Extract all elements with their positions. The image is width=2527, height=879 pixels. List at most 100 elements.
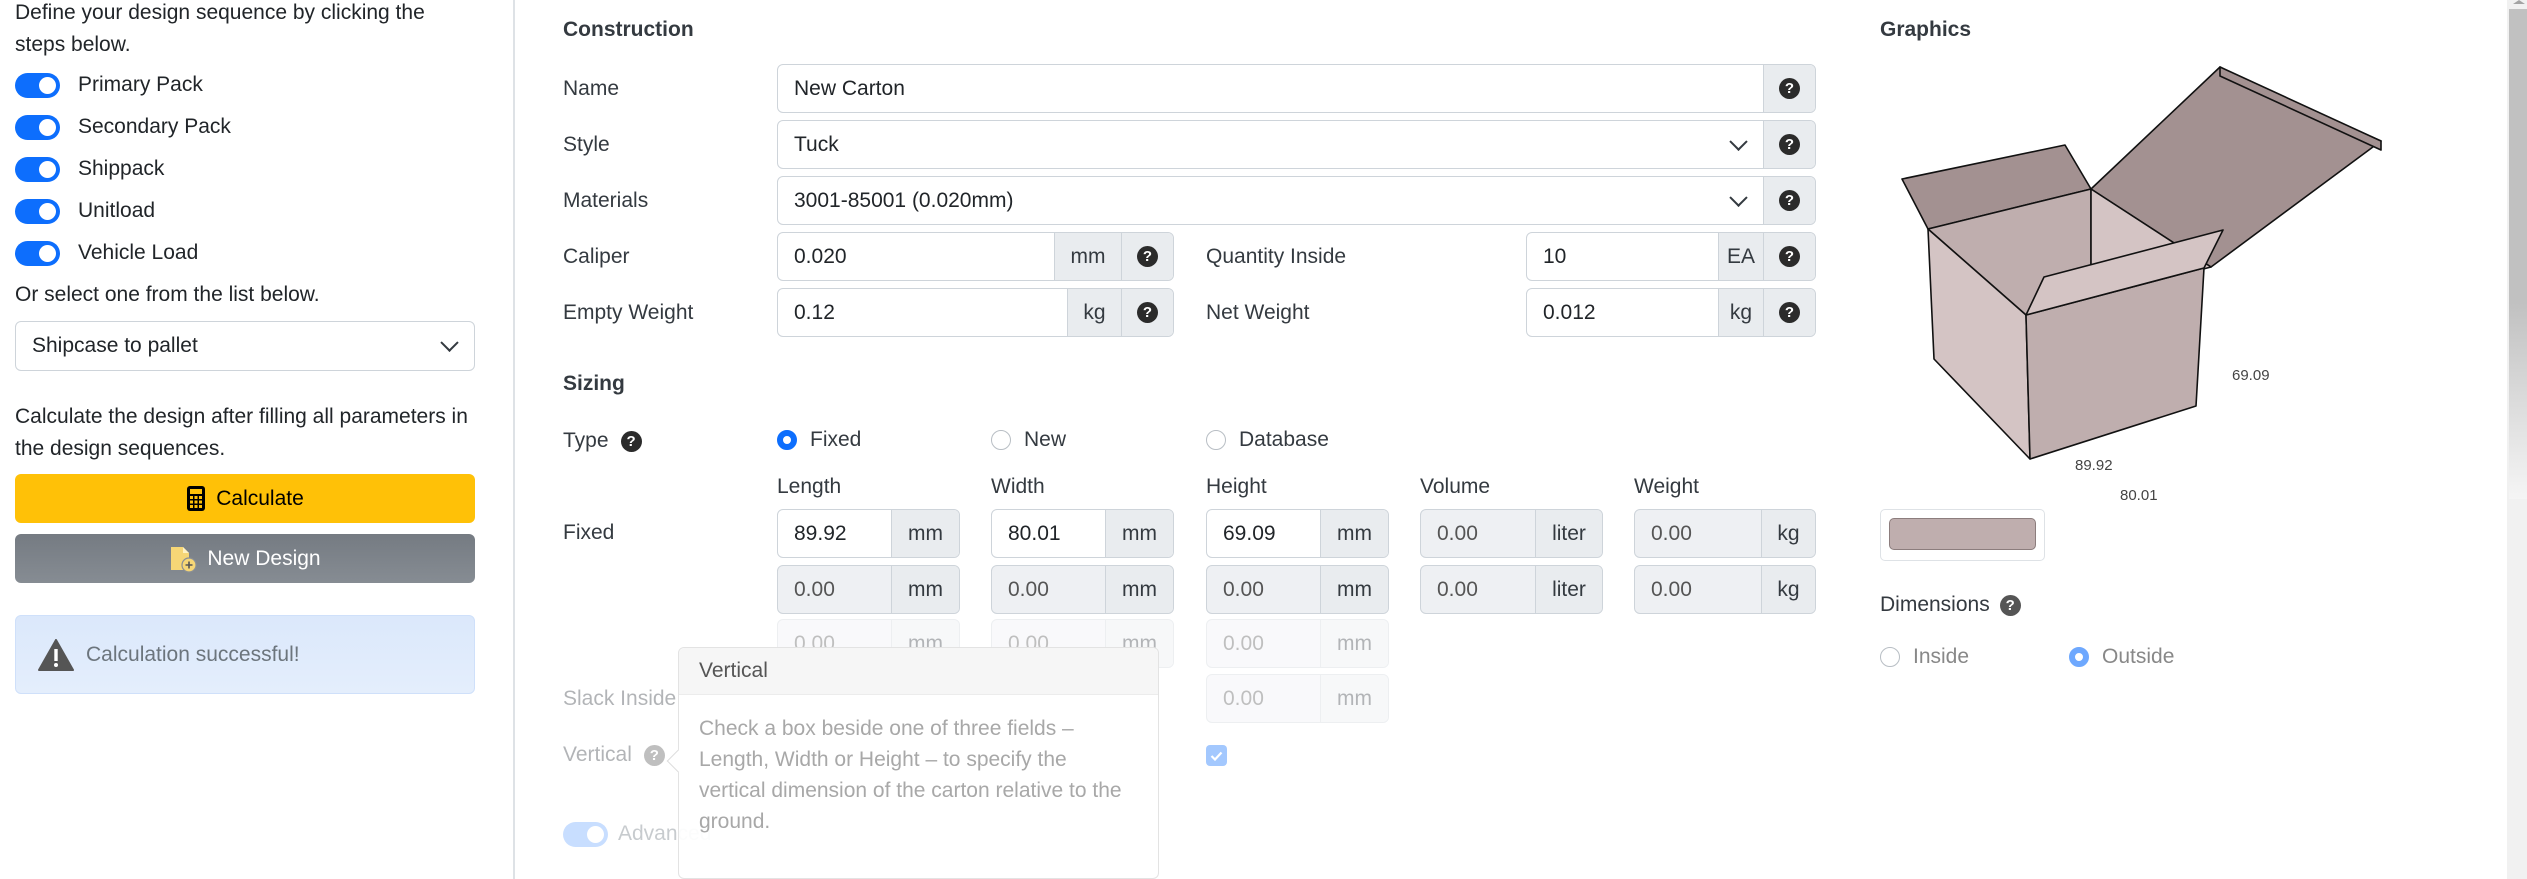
weight-output: 0.00 kg	[1634, 565, 1816, 614]
volume-unit: liter	[1535, 566, 1602, 613]
dimensions-label: Dimensions	[1880, 593, 1990, 616]
toggle-vehicle-load[interactable]: Vehicle Load	[15, 239, 198, 267]
materials-select-value[interactable]: 3001-85001 (0.020mm)	[778, 177, 1763, 224]
carton-length-label: 89.92	[2075, 457, 2113, 474]
radio-label: Database	[1239, 428, 1329, 451]
name-input[interactable]: New Carton ?	[777, 64, 1816, 113]
style-select[interactable]: Tuck ?	[777, 120, 1816, 169]
width-column-label: Width	[991, 475, 1045, 498]
height-value[interactable]: 69.09	[1207, 510, 1320, 557]
quantity-inside-help-button[interactable]: ?	[1763, 233, 1815, 280]
new-design-button-label: New Design	[207, 546, 321, 570]
materials-select[interactable]: 3001-85001 (0.020mm) ?	[777, 176, 1816, 225]
calculate-button[interactable]: Calculate	[15, 474, 475, 523]
net-weight-input-value[interactable]: 0.012	[1527, 289, 1718, 336]
length-input[interactable]: 89.92 mm	[777, 509, 960, 558]
toggle-switch[interactable]	[15, 156, 60, 182]
preset-select[interactable]: Shipcase to pallet	[15, 321, 475, 371]
caliper-input[interactable]: 0.020 mm ?	[777, 232, 1174, 281]
carton-height-label: 69.09	[2232, 367, 2270, 384]
width-output: 0.00 mm	[991, 565, 1174, 614]
radio-button[interactable]	[2069, 647, 2089, 667]
toggle-primary-pack[interactable]: Primary Pack	[15, 71, 203, 99]
height-output: 0.00 mm	[1206, 619, 1389, 668]
height-value: 0.00	[1223, 631, 1264, 655]
status-alert: Calculation successful!	[15, 615, 475, 694]
name-input-value[interactable]: New Carton	[778, 65, 1763, 112]
chevron-down-icon	[440, 333, 459, 352]
radio-button[interactable]	[777, 430, 797, 450]
height-output: 0.00 mm	[1206, 565, 1389, 614]
quantity-inside-input-value[interactable]: 10	[1527, 233, 1718, 280]
empty-weight-input-value[interactable]: 0.12	[778, 289, 1067, 336]
type-radio-new[interactable]: New	[991, 428, 1066, 452]
type-radio-fixed[interactable]: Fixed	[777, 428, 861, 452]
carton-3d-graphic: 89.92 80.01 69.09	[1901, 66, 2382, 504]
type-label: Type	[563, 429, 609, 452]
radio-label: New	[1024, 428, 1067, 451]
file-plus-icon	[169, 545, 197, 573]
toggle-switch[interactable]	[563, 821, 608, 847]
height-value: 0.00	[1223, 577, 1264, 601]
name-help-button[interactable]: ?	[1763, 65, 1815, 112]
material-legend	[1880, 509, 2045, 561]
toggle-shippack[interactable]: Shippack	[15, 155, 164, 183]
net-weight-input[interactable]: 0.012 kg ?	[1526, 288, 1816, 337]
slack-height-output: 0.00 mm	[1206, 674, 1389, 723]
new-design-button[interactable]: New Design	[15, 534, 475, 583]
toggle-switch[interactable]	[15, 240, 60, 266]
radio-button[interactable]	[991, 430, 1011, 450]
weight-unit: kg	[1761, 510, 1815, 557]
question-circle-icon[interactable]: ?	[620, 430, 642, 452]
toggle-switch[interactable]	[15, 198, 60, 224]
height-unit: mm	[1320, 566, 1388, 613]
toggle-label: Primary Pack	[78, 73, 203, 96]
quantity-inside-input[interactable]: 10 EA ?	[1526, 232, 1816, 281]
empty-weight-help-button[interactable]: ?	[1121, 289, 1173, 336]
height-column-label: Height	[1206, 475, 1267, 498]
style-select-value[interactable]: Tuck	[778, 121, 1763, 168]
toggle-switch[interactable]	[15, 72, 60, 98]
question-circle-icon[interactable]: ?	[643, 744, 665, 766]
toggle-label: Shippack	[78, 157, 165, 180]
question-circle-icon: ?	[1137, 246, 1158, 267]
type-radio-database[interactable]: Database	[1206, 428, 1329, 452]
toggle-unitload[interactable]: Unitload	[15, 197, 155, 225]
scroll-up-arrow-icon[interactable]	[2513, 0, 2525, 4]
height-input[interactable]: 69.09 mm	[1206, 509, 1389, 558]
volume-column-label: Volume	[1420, 475, 1491, 498]
checkmark-icon	[1210, 751, 1223, 761]
caliper-label: Caliper	[563, 245, 630, 268]
scrollbar-thumb[interactable]	[2509, 9, 2527, 499]
caliper-input-value[interactable]: 0.020	[778, 233, 1054, 280]
alert-text: Calculation successful!	[86, 642, 300, 666]
length-value[interactable]: 89.92	[778, 510, 891, 557]
dimensions-radio-inside[interactable]: Inside	[1880, 645, 1969, 669]
materials-help-button[interactable]: ?	[1763, 177, 1815, 224]
chevron-down-icon	[1729, 132, 1748, 151]
question-circle-icon[interactable]: ?	[1999, 594, 2021, 616]
toggle-label: Secondary Pack	[78, 115, 231, 138]
radio-button[interactable]	[1206, 430, 1226, 450]
preset-select-value: Shipcase to pallet	[32, 334, 198, 357]
vertical-height-checkbox[interactable]	[1206, 745, 1227, 766]
empty-weight-input[interactable]: 0.12 kg ?	[777, 288, 1174, 337]
empty-weight-unit: kg	[1067, 289, 1121, 336]
width-input[interactable]: 80.01 mm	[991, 509, 1174, 558]
caliper-help-button[interactable]: ?	[1121, 233, 1173, 280]
materials-label: Materials	[563, 189, 649, 212]
quantity-inside-label: Quantity Inside	[1206, 245, 1347, 268]
width-unit: mm	[1105, 566, 1173, 613]
empty-weight-label: Empty Weight	[563, 301, 694, 324]
toggle-switch[interactable]	[15, 114, 60, 140]
weight-value: 0.00	[1651, 577, 1692, 601]
dimensions-radio-outside[interactable]: Outside	[2069, 645, 2174, 669]
net-weight-help-button[interactable]: ?	[1763, 289, 1815, 336]
vertical-scrollbar[interactable]	[2507, 0, 2527, 879]
width-value[interactable]: 80.01	[992, 510, 1105, 557]
toggle-secondary-pack[interactable]: Secondary Pack	[15, 113, 231, 141]
style-help-button[interactable]: ?	[1763, 121, 1815, 168]
radio-button[interactable]	[1880, 647, 1900, 667]
volume-value: 0.00	[1437, 521, 1478, 545]
length-unit: mm	[891, 566, 959, 613]
